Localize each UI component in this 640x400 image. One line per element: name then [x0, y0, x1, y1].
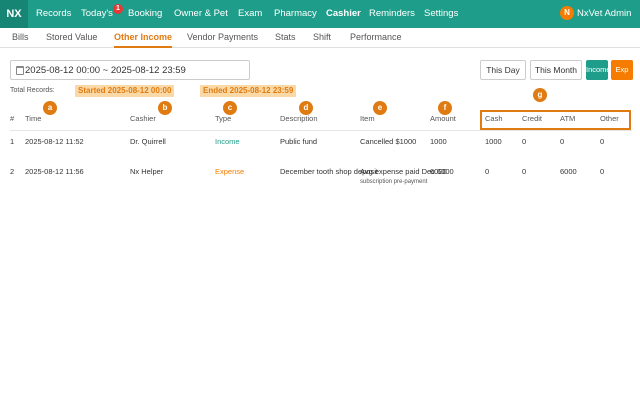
- marker-d: d: [299, 101, 313, 115]
- user-avatar[interactable]: N: [560, 6, 574, 20]
- row-other: 0: [600, 137, 605, 146]
- row-cashier: Nx Helper: [130, 167, 164, 176]
- nav-reminders[interactable]: Reminders: [369, 0, 415, 28]
- row-number: 2: [10, 167, 15, 176]
- tab-bills[interactable]: Bills: [12, 28, 29, 48]
- row-type-income: Income: [215, 137, 240, 146]
- app-logo[interactable]: NX: [0, 0, 28, 28]
- nav-owner-pet[interactable]: Owner & Pet: [174, 0, 228, 28]
- row-cashier: Dr. Quirrell: [130, 137, 166, 146]
- sub-nav: Bills Stored Value Other Income Vendor P…: [0, 28, 640, 48]
- tab-performance[interactable]: Performance: [350, 28, 402, 48]
- row-number: 1: [10, 137, 15, 146]
- col-header-credit[interactable]: Credit: [522, 114, 542, 123]
- marker-e: e: [373, 101, 387, 115]
- tab-stored-value[interactable]: Stored Value: [46, 28, 97, 48]
- col-header-amount[interactable]: Amount: [430, 114, 456, 123]
- nav-settings[interactable]: Settings: [424, 0, 458, 28]
- table-header-divider: [10, 130, 632, 131]
- marker-f: f: [438, 101, 452, 115]
- marker-b: b: [158, 101, 172, 115]
- marker-a: a: [43, 101, 57, 115]
- total-records-label: Total Records:: [10, 87, 55, 94]
- row-atm: 6000: [560, 167, 577, 176]
- nav-pharmacy[interactable]: Pharmacy: [274, 0, 317, 28]
- row-credit: 0: [522, 137, 527, 146]
- calendar-icon: [16, 66, 24, 75]
- col-header-cashier[interactable]: Cashier: [130, 114, 156, 123]
- date-range-value: 2025-08-12 00:00 ~ 2025-08-12 23:59: [25, 65, 186, 76]
- row-item: Cancelled $1000: [360, 137, 417, 146]
- nav-todays[interactable]: Today's: [81, 0, 113, 28]
- marker-c: c: [223, 101, 237, 115]
- row-time: 2025-08-12 11:52: [25, 137, 84, 146]
- row-other: 0: [600, 167, 605, 176]
- started-chip: Started 2025-08-12 00:00: [75, 85, 175, 97]
- row-type-expense: Expense: [215, 167, 245, 176]
- row-time: 2025-08-12 11:56: [25, 167, 84, 176]
- col-header-item[interactable]: Item: [360, 114, 375, 123]
- col-header-atm[interactable]: ATM: [560, 114, 575, 123]
- row-atm: 0: [560, 137, 565, 146]
- date-range-input[interactable]: 2025-08-12 00:00 ~ 2025-08-12 23:59: [10, 60, 250, 80]
- row-amount: 1000: [430, 137, 447, 146]
- this-day-button[interactable]: This Day: [480, 60, 526, 80]
- ended-chip: Ended 2025-08-12 23:59: [200, 85, 297, 97]
- tab-vendor-payments[interactable]: Vendor Payments: [187, 28, 258, 48]
- col-header-cash[interactable]: Cash: [485, 114, 503, 123]
- row-cash: 1000: [485, 137, 502, 146]
- income-button[interactable]: Income: [586, 60, 608, 80]
- tab-stats[interactable]: Stats: [275, 28, 296, 48]
- nav-exam[interactable]: Exam: [238, 0, 262, 28]
- tab-shift[interactable]: Shift: [313, 28, 331, 48]
- nav-records[interactable]: Records: [36, 0, 71, 28]
- row-cash: 0: [485, 167, 490, 176]
- top-nav: NX Records Today's 1 Booking Owner & Pet…: [0, 0, 640, 28]
- row-credit: 0: [522, 167, 527, 176]
- nav-cashier[interactable]: Cashier: [326, 0, 361, 28]
- user-name[interactable]: NxVet Admin: [577, 0, 631, 28]
- col-header-number: #: [10, 114, 15, 123]
- col-header-time[interactable]: Time: [25, 114, 41, 123]
- col-header-other[interactable]: Other: [600, 114, 619, 123]
- row-item-note: subscription pre-payment: [360, 179, 428, 185]
- row-description: Public fund: [280, 137, 318, 146]
- col-header-type[interactable]: Type: [215, 114, 231, 123]
- expense-button[interactable]: Exp: [611, 60, 633, 80]
- this-month-button[interactable]: This Month: [530, 60, 582, 80]
- todays-notification-badge: 1: [113, 4, 123, 14]
- tab-other-income[interactable]: Other Income: [114, 28, 173, 48]
- col-header-description[interactable]: Description: [280, 114, 318, 123]
- marker-g: g: [533, 88, 547, 102]
- row-amount: 6000: [430, 167, 447, 176]
- nav-booking[interactable]: Booking: [128, 0, 162, 28]
